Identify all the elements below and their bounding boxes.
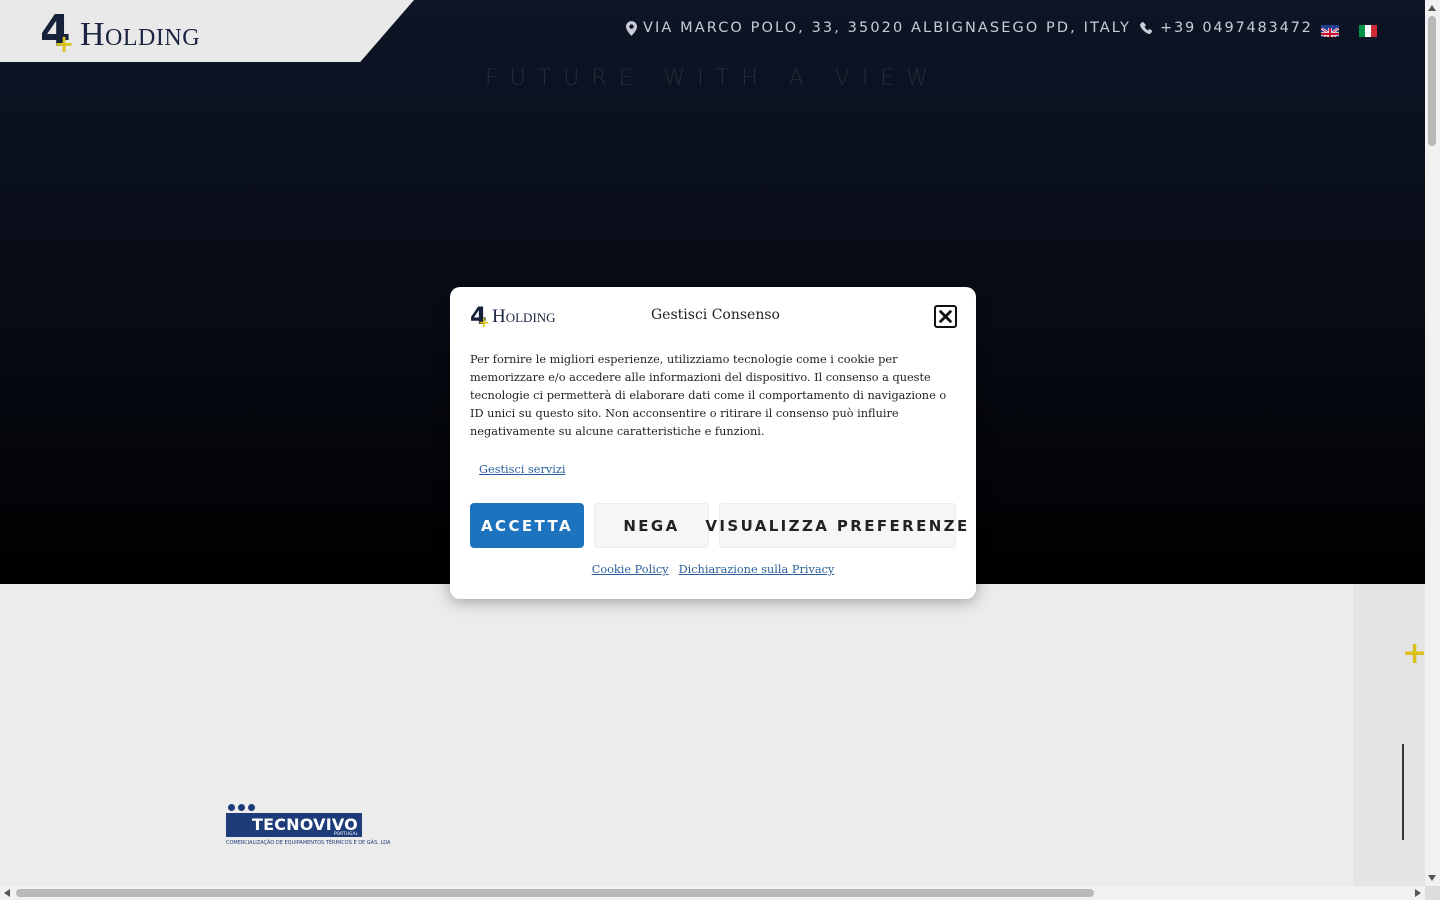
horizontal-scroll-thumb[interactable] <box>16 889 1094 897</box>
phone-text: +39 0497483472 <box>1160 20 1313 36</box>
lower-section <box>0 584 1425 886</box>
dialog-logo-number: 4 + <box>470 302 490 331</box>
hero-tagline: FUTURE WITH A VIEW <box>485 66 940 91</box>
plus-icon: + <box>1402 636 1428 671</box>
scroll-down-icon[interactable] <box>1428 875 1436 881</box>
deny-button[interactable]: NEGA <box>594 503 709 548</box>
dialog-logo-plus-icon: + <box>478 315 490 331</box>
tecnovivo-dots-icon <box>228 804 255 811</box>
address-text: VIA MARCO POLO, 33, 35020 ALBIGNASEGO PD… <box>643 20 1132 36</box>
logo-plus-icon: + <box>54 30 75 58</box>
dialog-footer-links: Cookie Policy Dichiarazione sulla Privac… <box>450 563 976 576</box>
scroll-right-icon[interactable] <box>1415 889 1421 897</box>
side-strip <box>1353 584 1425 886</box>
logo-text: Holding <box>80 16 201 53</box>
vertical-scrollbar[interactable] <box>1425 0 1440 886</box>
dialog-body-text: Per fornire le migliori esperienze, util… <box>470 353 947 438</box>
tecnovivo-country: PORTUGAL <box>333 832 358 837</box>
close-button[interactable] <box>934 305 957 328</box>
phone-icon <box>1140 21 1153 35</box>
vertical-scroll-thumb[interactable] <box>1428 16 1436 146</box>
cookie-policy-link[interactable]: Cookie Policy <box>592 563 669 576</box>
privacy-statement-link[interactable]: Dichiarazione sulla Privacy <box>679 563 835 576</box>
accept-button[interactable]: ACCETTA <box>470 503 584 548</box>
header-phone[interactable]: +39 0497483472 <box>1139 20 1313 36</box>
header-address[interactable]: VIA MARCO POLO, 33, 35020 ALBIGNASEGO PD… <box>626 20 1131 36</box>
scroll-up-icon[interactable] <box>1428 5 1436 11</box>
flag-en-icon[interactable] <box>1321 25 1339 37</box>
flag-it-icon[interactable] <box>1359 25 1377 37</box>
dialog-title: Gestisci Consenso <box>651 307 780 323</box>
tecnovivo-subtitle: COMERCIALIZAÇÃO DE EQUIPAMENTOS TÉRMICOS… <box>226 840 391 846</box>
cookie-consent-dialog: 4 + Holding Gestisci Consenso Per fornir… <box>450 287 976 599</box>
scroll-left-icon[interactable] <box>4 889 10 897</box>
tecnovivo-logo[interactable]: TECNOVIVO PORTUGAL COMERCIALIZAÇÃO DE EQ… <box>226 804 390 850</box>
scrollbar-corner <box>1425 886 1440 900</box>
close-icon <box>939 310 952 323</box>
dialog-logo-text: Holding <box>492 306 556 327</box>
view-preferences-button[interactable]: VISUALIZZA PREFERENZE <box>705 503 967 548</box>
map-pin-icon <box>626 20 637 36</box>
site-logo[interactable]: 4 + Holding <box>40 6 201 58</box>
dialog-logo: 4 + Holding <box>470 301 556 331</box>
horizontal-scrollbar[interactable] <box>0 886 1425 900</box>
manage-services-link[interactable]: Gestisci servizi <box>479 463 565 476</box>
logo-number: 4 + <box>40 6 75 58</box>
side-divider <box>1402 744 1404 840</box>
